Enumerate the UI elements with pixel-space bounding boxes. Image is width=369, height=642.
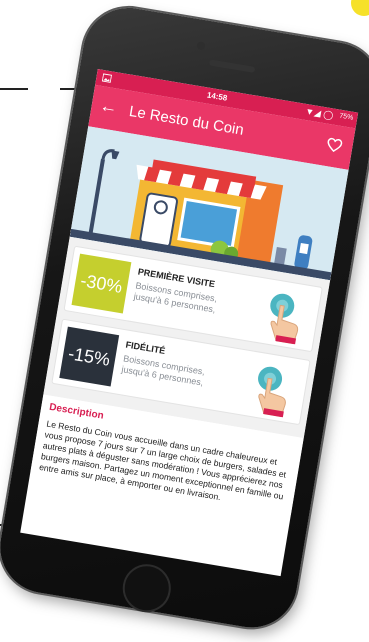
- offer-description: Boissons comprises, jusqu'à 6 personnes,: [121, 353, 223, 391]
- app-screen: 14:58 ▼◢ ◯ 75% ← Le Resto du Coin -30% P…: [20, 69, 359, 577]
- offer-description: Boissons comprises, jusqu'à 6 personnes,: [133, 280, 235, 318]
- decorative-yellow-shape: [351, 0, 369, 16]
- arrow-left-icon[interactable]: ←: [98, 95, 119, 118]
- signal-icons: ▼◢ ◯: [304, 105, 335, 121]
- image-icon: [101, 73, 113, 83]
- heart-outline-icon[interactable]: [325, 136, 343, 154]
- phone-body: 14:58 ▼◢ ◯ 75% ← Le Resto du Coin -30% P…: [0, 0, 369, 635]
- discount-badge: -30%: [71, 253, 132, 314]
- earpiece-speaker: [208, 59, 256, 73]
- home-button[interactable]: [119, 560, 175, 616]
- status-time: 14:58: [206, 90, 228, 103]
- phone-mockup: 14:58 ▼◢ ◯ 75% ← Le Resto du Coin -30% P…: [0, 0, 369, 642]
- page-title: Le Resto du Coin: [127, 102, 245, 139]
- decorative-line: [0, 88, 28, 90]
- description-text: Le Resto du Coin vous accueille dans un …: [38, 418, 287, 503]
- tap-hand-icon[interactable]: [248, 360, 300, 419]
- tap-hand-icon[interactable]: [261, 287, 313, 346]
- front-camera: [196, 41, 206, 51]
- discount-badge: -15%: [59, 326, 120, 387]
- battery-level: 75%: [338, 112, 354, 122]
